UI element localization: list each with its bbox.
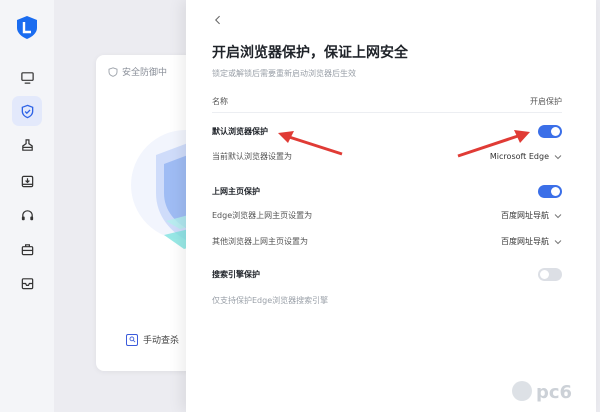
default-browser-protection-label: 默认浏览器保护 — [212, 127, 268, 136]
homepage-protection-label: 上网主页保护 — [212, 187, 260, 196]
sidebar-item-monitor[interactable] — [12, 62, 42, 92]
search-engine-protection-toggle[interactable] — [538, 268, 562, 281]
chevron-down-icon — [554, 154, 562, 159]
other-homepage-setting-row: 其他浏览器上网主页设置为 百度网址导航 — [212, 236, 562, 247]
edge-homepage-select[interactable]: 百度网址导航 — [501, 210, 562, 221]
default-browser-value: Microsoft Edge — [489, 152, 549, 161]
sidebar — [0, 0, 54, 412]
page-title: 开启浏览器保护，保证上网安全 — [212, 45, 408, 61]
mailbox-icon — [21, 277, 33, 289]
broom-icon — [21, 138, 33, 151]
scan-icon — [126, 333, 138, 346]
search-engine-protection-label: 搜索引擎保护 — [212, 270, 260, 279]
back-button[interactable] — [210, 12, 224, 28]
default-browser-protection-row: 默认浏览器保护 — [212, 125, 562, 138]
sidebar-item-protection[interactable] — [12, 96, 42, 126]
shield-small-icon — [108, 66, 118, 77]
chevron-left-icon — [214, 15, 220, 25]
default-browser-select[interactable]: Microsoft Edge — [490, 152, 562, 161]
manual-scan-button[interactable]: 手动查杀 — [126, 333, 179, 346]
column-name-header: 名称 — [212, 97, 228, 106]
shield-check-icon — [21, 104, 33, 118]
other-homepage-label: 其他浏览器上网主页设置为 — [212, 237, 308, 246]
default-browser-setting-row: 当前默认浏览器设置为 Microsoft Edge — [212, 151, 562, 162]
other-homepage-value: 百度网址导航 — [501, 237, 549, 246]
homepage-protection-row: 上网主页保护 — [212, 185, 562, 198]
sidebar-item-toolbox[interactable] — [12, 234, 42, 264]
svg-text:pc6: pc6 — [536, 382, 572, 403]
browser-protection-panel: 开启浏览器保护，保证上网安全 锁定或解锁后需要重新启动浏览器后生效 名称 开启保… — [186, 0, 596, 412]
sidebar-item-software[interactable] — [12, 166, 42, 196]
page-subtitle: 锁定或解锁后需要重新启动浏览器后生效 — [212, 69, 356, 78]
headset-icon — [21, 209, 33, 220]
header-divider — [212, 112, 562, 113]
protection-status-label: 安全防御中 — [108, 65, 167, 78]
toolbox-icon — [21, 243, 33, 255]
chevron-down-icon — [554, 213, 562, 218]
sidebar-item-mail[interactable] — [12, 268, 42, 298]
table-header: 名称 开启保护 — [212, 96, 562, 107]
site-watermark: pc6 — [512, 381, 572, 403]
app-logo-icon — [17, 16, 37, 39]
edge-homepage-setting-row: Edge浏览器上网主页设置为 百度网址导航 — [212, 210, 562, 221]
search-engine-protection-row: 搜索引擎保护 — [212, 268, 562, 281]
homepage-protection-toggle[interactable] — [538, 185, 562, 198]
other-homepage-select[interactable]: 百度网址导航 — [501, 236, 562, 247]
edge-homepage-value: 百度网址导航 — [501, 211, 549, 220]
monitor-icon — [20, 71, 34, 84]
protection-status-text: 安全防御中 — [122, 68, 168, 78]
edge-homepage-label: Edge浏览器上网主页设置为 — [212, 211, 313, 220]
sidebar-item-cleanup[interactable] — [12, 130, 42, 160]
sidebar-item-support[interactable] — [12, 200, 42, 230]
default-browser-setting-label: 当前默认浏览器设置为 — [212, 152, 292, 161]
default-browser-protection-toggle[interactable] — [538, 125, 562, 138]
download-box-icon — [21, 175, 33, 187]
search-engine-note: 仅支持保护Edge浏览器搜索引擎 — [212, 296, 329, 305]
chevron-down-icon — [554, 239, 562, 244]
column-toggle-header: 开启保护 — [530, 97, 562, 106]
manual-scan-label: 手动查杀 — [143, 336, 180, 346]
